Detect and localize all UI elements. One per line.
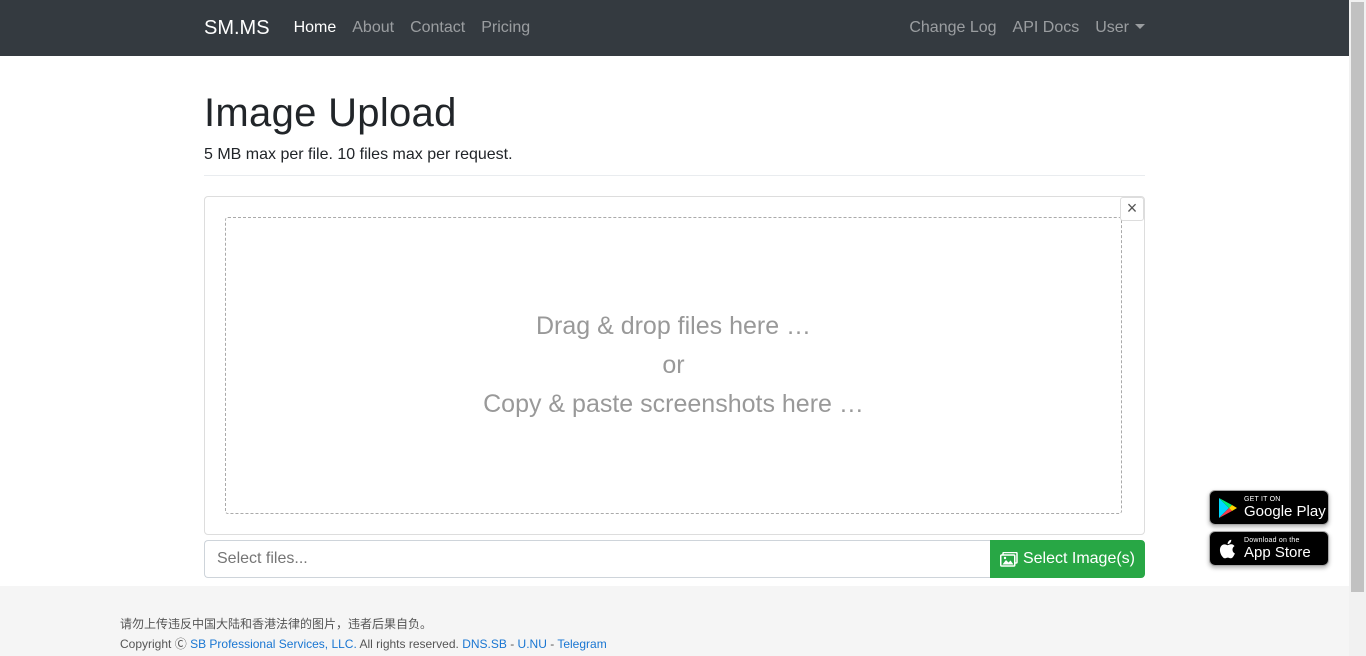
google-play-text: GET IT ON Google Play — [1244, 496, 1326, 519]
drop-zone-line2: or — [662, 351, 685, 379]
copyright-icon: Ⓒ — [174, 637, 187, 651]
user-label: User — [1095, 19, 1129, 36]
google-play-icon — [1219, 497, 1237, 518]
copyright-prefix: Copyright — [120, 637, 175, 651]
select-images-button[interactable]: Select Image(s) — [990, 540, 1145, 578]
upload-limits: 5 MB max per file. 10 files max per requ… — [204, 146, 513, 163]
images-icon — [999, 551, 1018, 567]
nav-api-docs[interactable]: API Docs — [1013, 19, 1080, 37]
nav-home[interactable]: Home — [294, 19, 337, 37]
nav-right: Change Log API Docs User — [909, 19, 1145, 37]
navbar-inner: SM.MS Home About Contact Pricing Change … — [204, 0, 1145, 56]
select-images-label: Select Image(s) — [1022, 550, 1136, 567]
separator: - — [506, 637, 518, 651]
nav-contact[interactable]: Contact — [410, 19, 465, 37]
divider — [204, 175, 1145, 176]
nav-about[interactable]: About — [352, 19, 394, 37]
upload-box: Drag & drop files here … or Copy & paste… — [204, 196, 1145, 535]
google-play-big: Google Play — [1244, 503, 1326, 520]
company-link[interactable]: SB Professional Services, LLC. — [190, 637, 357, 651]
scrollbar[interactable] — [1349, 0, 1366, 656]
drop-zone-line1: Drag & drop files here … — [535, 312, 812, 340]
caret-down-icon — [1135, 24, 1145, 29]
footer: 请勿上传违反中国大陆和香港法律的图片，违者后果自负。 Copyright Ⓒ S… — [0, 586, 1349, 656]
main-content: Image Upload 5 MB max per file. 10 files… — [204, 56, 1145, 578]
telegram-link[interactable]: Telegram — [557, 637, 606, 651]
file-input-group: Select Image(s) — [204, 540, 1145, 578]
unu-link[interactable]: U.NU — [518, 637, 547, 651]
nav-user-dropdown[interactable]: User — [1095, 19, 1145, 37]
scrollbar-thumb[interactable] — [1351, 2, 1364, 592]
nav-change-log[interactable]: Change Log — [909, 19, 996, 37]
navbar: SM.MS Home About Contact Pricing Change … — [0, 0, 1349, 56]
google-play-small: GET IT ON — [1244, 496, 1281, 503]
drop-zone[interactable]: Drag & drop files here … or Copy & paste… — [225, 217, 1122, 514]
copyright-line: Copyright Ⓒ SB Professional Services, LL… — [120, 634, 607, 654]
legal-notice: 请勿上传违反中国大陆和香港法律的图片，违者后果自负。 — [120, 617, 433, 631]
page-title: Image Upload — [204, 91, 457, 135]
app-store-big: App Store — [1244, 544, 1311, 561]
drop-zone-line3: Copy & paste screenshots here … — [483, 390, 864, 418]
rights-text: All rights reserved. — [356, 637, 463, 651]
dns-sb-link[interactable]: DNS.SB — [462, 637, 507, 651]
app-store-small: Download on the — [1244, 537, 1300, 544]
footer-content: 请勿上传违反中国大陆和香港法律的图片，违者后果自负。 Copyright Ⓒ S… — [120, 614, 607, 654]
separator: - — [546, 637, 558, 651]
apple-icon — [1219, 539, 1235, 558]
brand-logo[interactable]: SM.MS — [204, 17, 270, 40]
close-icon[interactable]: × — [1120, 197, 1144, 221]
nav-pricing[interactable]: Pricing — [481, 19, 530, 37]
file-select-input[interactable] — [204, 540, 990, 578]
app-store-badge[interactable]: Download on the App Store — [1209, 531, 1329, 566]
app-store-text: Download on the App Store — [1244, 537, 1311, 560]
google-play-badge[interactable]: GET IT ON Google Play — [1209, 490, 1329, 525]
